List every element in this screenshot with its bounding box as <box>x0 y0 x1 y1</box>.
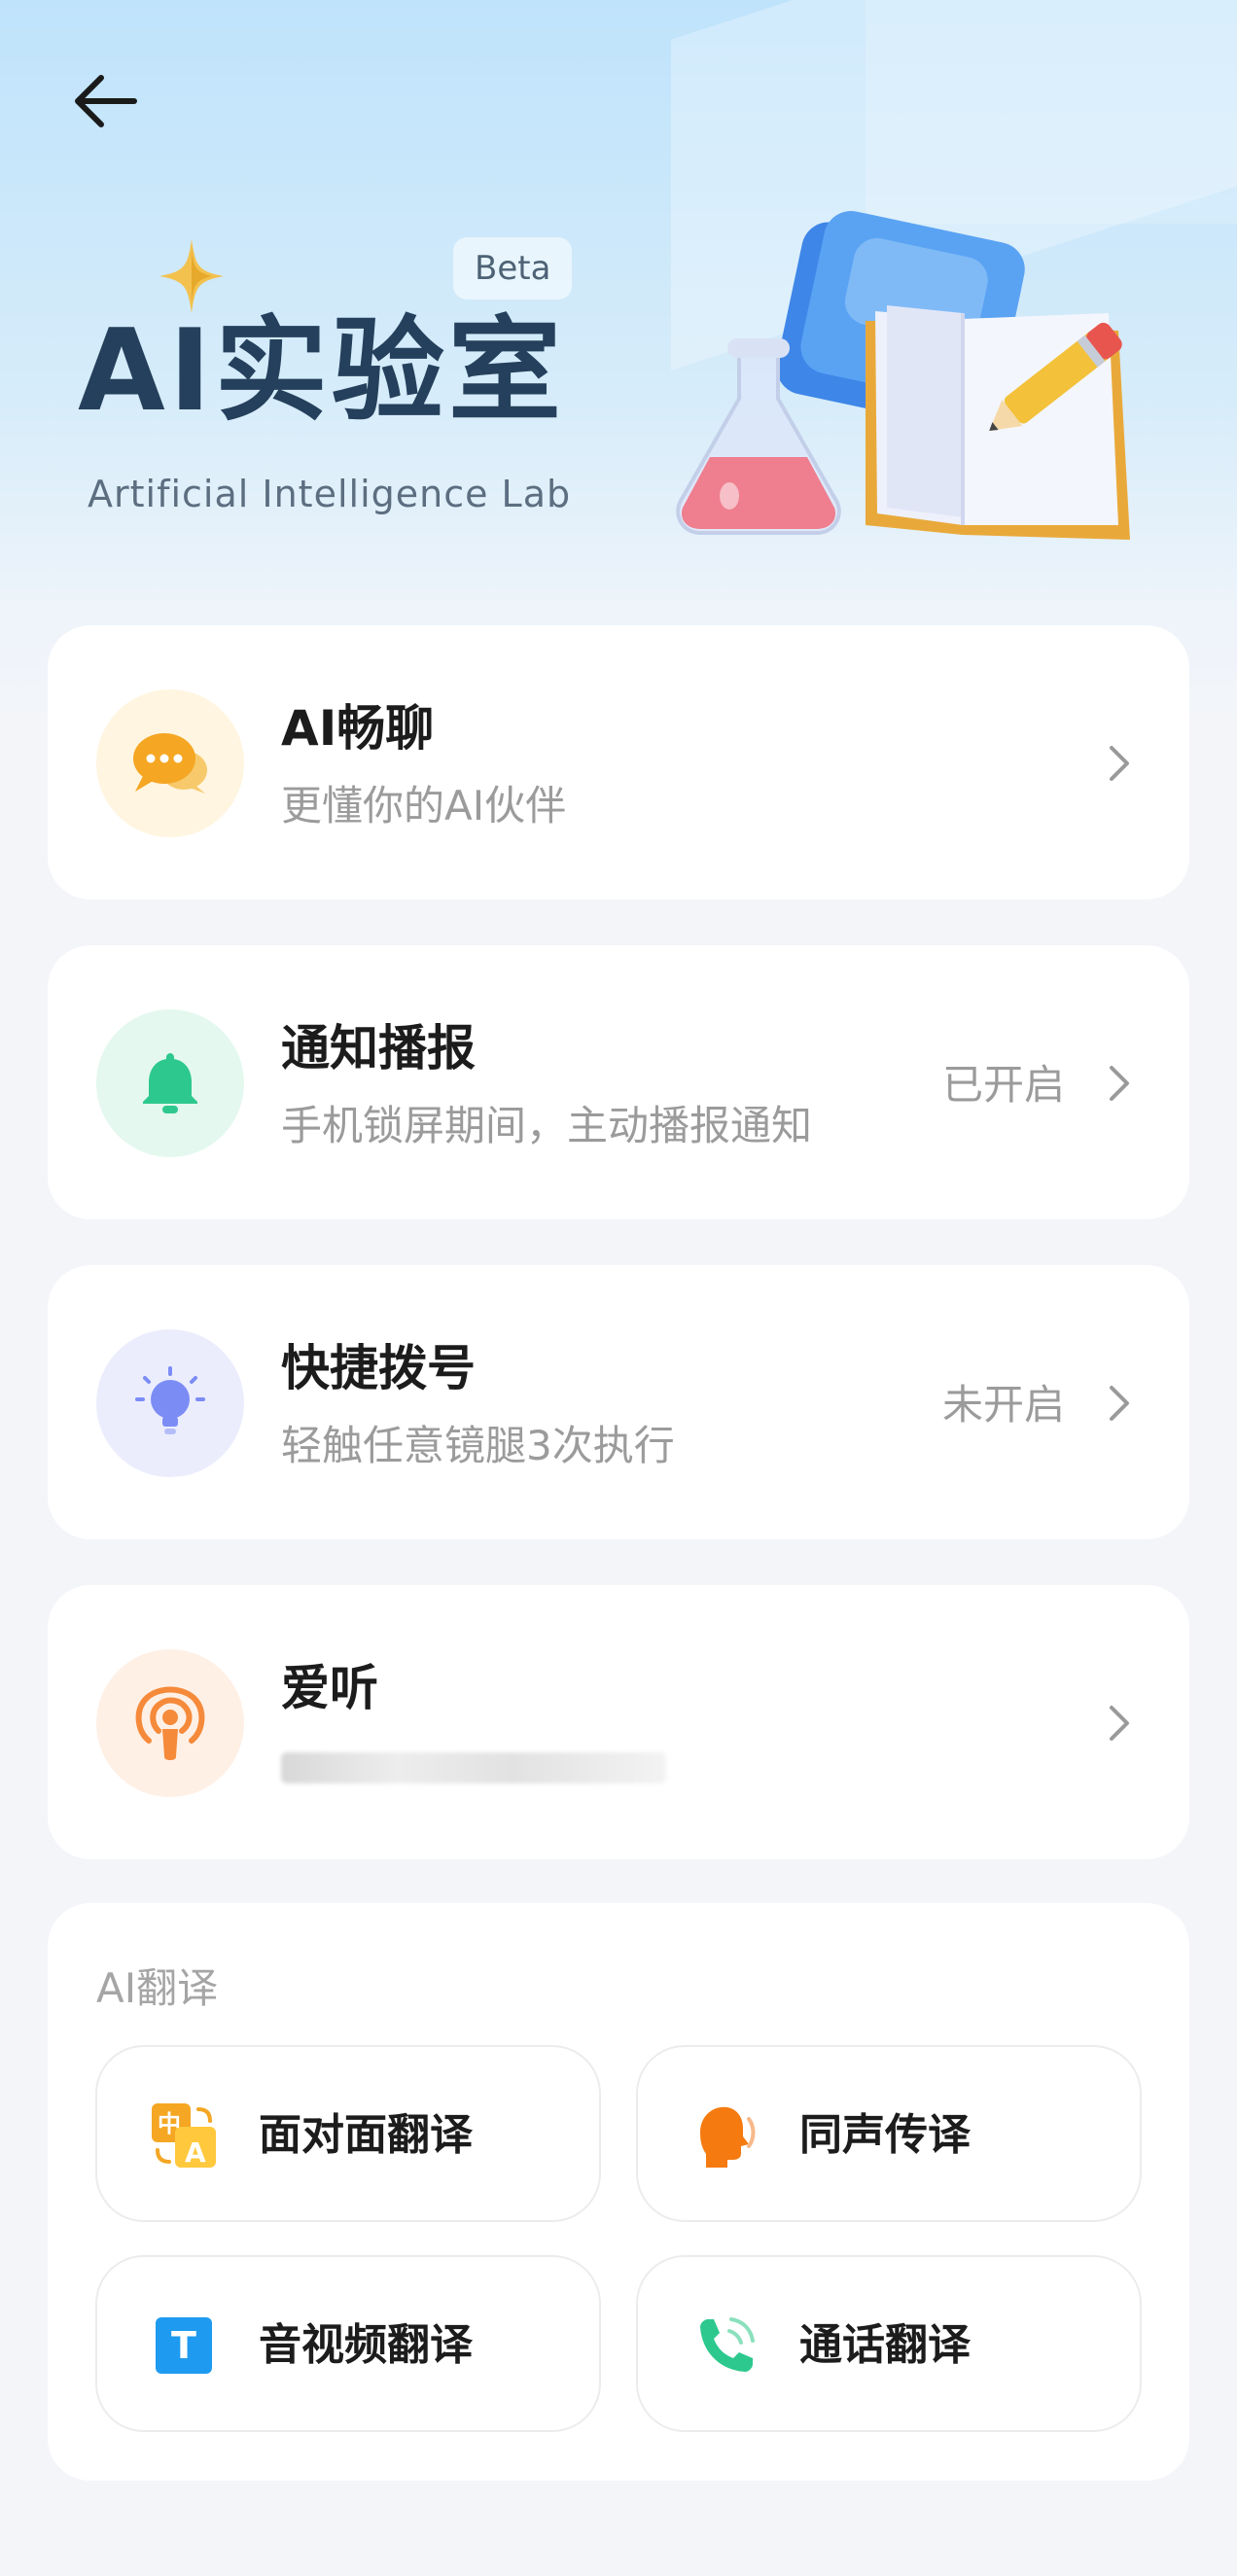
beta-badge: Beta <box>453 237 573 300</box>
hero-banner: Beta AI实验室 Artificial Intelligence Lab <box>0 0 1237 720</box>
chevron-right-icon <box>1110 1066 1129 1101</box>
feature-title: 快捷拨号 <box>281 1340 476 1396</box>
audio-video-translate-button[interactable]: T 音视频翻译 <box>95 2255 601 2432</box>
face-to-face-translate-icon: 中 A <box>152 2103 216 2168</box>
button-label: 同声传译 <box>799 2110 971 2160</box>
button-label: 面对面翻译 <box>259 2110 473 2160</box>
page-title: AI实验室 <box>78 305 565 437</box>
simultaneous-interpret-button[interactable]: 同声传译 <box>636 2045 1142 2222</box>
icon-glyph-top: 中 <box>158 2110 181 2137</box>
text-T-icon: T <box>156 2317 212 2374</box>
blurred-subtitle <box>281 1752 666 1783</box>
feature-subtitle: 更懂你的AI伙伴 <box>281 782 567 829</box>
back-button[interactable] <box>58 54 152 148</box>
feature-title: AI畅聊 <box>281 700 435 757</box>
button-label: 音视频翻译 <box>259 2320 473 2370</box>
sparkle-icon <box>159 239 224 313</box>
feature-card-ai-chat[interactable]: AI畅聊 更懂你的AI伙伴 <box>48 625 1189 900</box>
feature-card-notification-broadcast[interactable]: 通知播报 手机锁屏期间，主动播报通知 已开启 <box>48 945 1189 1219</box>
feature-title: 通知播报 <box>281 1020 476 1076</box>
chat-bubble-icon <box>133 733 207 794</box>
feature-subtitle: 轻触任意镜腿3次执行 <box>281 1422 675 1469</box>
feature-title: 爱听 <box>281 1660 378 1716</box>
feature-subtitle: 手机锁屏期间，主动播报通知 <box>281 1102 813 1149</box>
icon-glyph-bottom: A <box>185 2136 206 2168</box>
hero-background-shape <box>866 0 1237 224</box>
phone-call-icon <box>700 2317 755 2372</box>
chevron-right-icon <box>1110 1706 1129 1741</box>
ai-translation-section: AI翻译 中 A 面对面翻译 同声传译 T 音视频翻译 通话翻译 <box>48 1903 1189 2481</box>
chevron-right-icon <box>1110 1386 1129 1421</box>
simultaneous-interpret-icon <box>700 2106 756 2168</box>
lightbulb-icon <box>135 1366 205 1434</box>
podcast-icon <box>135 1686 205 1760</box>
icon-glyph: T <box>171 2324 196 2367</box>
button-label: 通话翻译 <box>799 2320 971 2370</box>
call-translate-button[interactable]: 通话翻译 <box>636 2255 1142 2432</box>
page-subtitle: Artificial Intelligence Lab <box>88 473 572 515</box>
flask-book-pencil-illustration <box>676 210 1130 540</box>
status-label: 未开启 <box>941 1381 1065 1429</box>
face-to-face-translate-button[interactable]: 中 A 面对面翻译 <box>95 2045 601 2222</box>
feature-card-quick-dial[interactable]: 快捷拨号 轻触任意镜腿3次执行 未开启 <box>48 1265 1189 1539</box>
feature-card-ai-listen[interactable]: 爱听 <box>48 1585 1189 1859</box>
section-label: AI翻译 <box>96 1964 219 2012</box>
notification-icon-badge <box>96 1009 244 1157</box>
ai-chat-icon-badge <box>96 689 244 837</box>
back-arrow-icon <box>75 75 137 127</box>
quick-dial-icon-badge <box>96 1329 244 1477</box>
ai-listen-icon-badge <box>96 1649 244 1797</box>
status-label: 已开启 <box>941 1061 1065 1109</box>
chevron-right-icon <box>1110 746 1129 781</box>
bell-icon <box>143 1053 197 1113</box>
